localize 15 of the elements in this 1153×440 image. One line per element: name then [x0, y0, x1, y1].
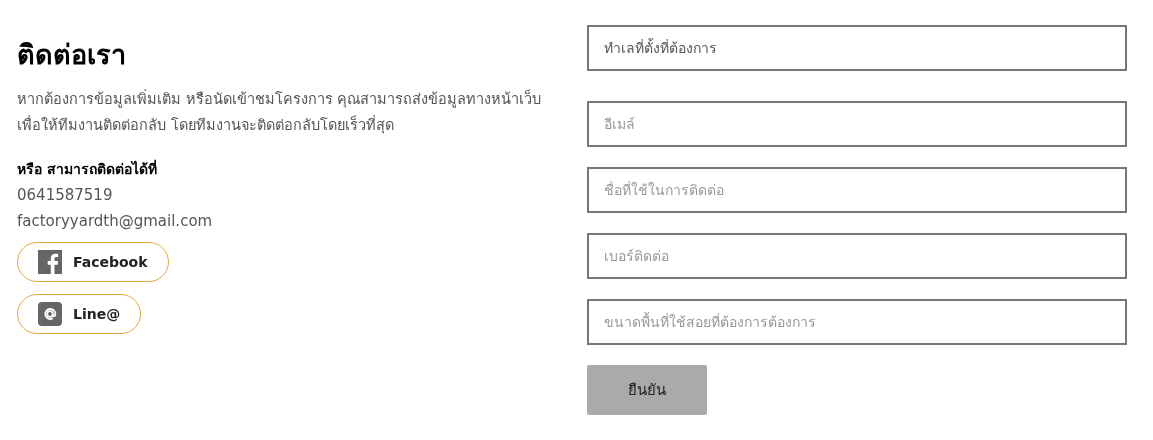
input-field[interactable]: ขนาดพื้นที่ใช้สอยที่ต้องการต้องการ: [587, 299, 1127, 345]
facebook-button[interactable]: Facebook: [17, 242, 169, 282]
section-title: ติดต่อเรา: [17, 38, 126, 72]
email-address: factoryyardth@gmail.com: [17, 211, 213, 232]
input-field[interactable]: เบอร์ติดต่อ: [587, 233, 1127, 279]
description-text: หากต้องการข้อมูลเพิ่มเติม หรือนัดเข้าชมโครงการ คุณสามารถส่งข้อมูลทางหน้าเว็บเพื่อให้ทีมงานติดต่อกลับ โดยทีมงานจะติดต่อกลับโดยเร็วที่สุด: [17, 88, 543, 136]
location-field[interactable]: ทำเลที่ตั้งที่ต้องการ: [587, 25, 1127, 71]
input-field[interactable]: ชื่อที่ใช้ในการติดต่อ: [587, 167, 1127, 213]
submit-button[interactable]: ยืนยัน: [587, 365, 707, 415]
contact-heading: หรือ สามารถติดต่อได้ที่: [17, 158, 157, 179]
facebook-icon: [38, 250, 62, 274]
line-button[interactable]: Line@: [17, 294, 142, 334]
phone-number: 0641587519: [17, 185, 113, 206]
input-field[interactable]: อีเมล์: [587, 101, 1127, 147]
at-sign-icon: [38, 302, 62, 326]
